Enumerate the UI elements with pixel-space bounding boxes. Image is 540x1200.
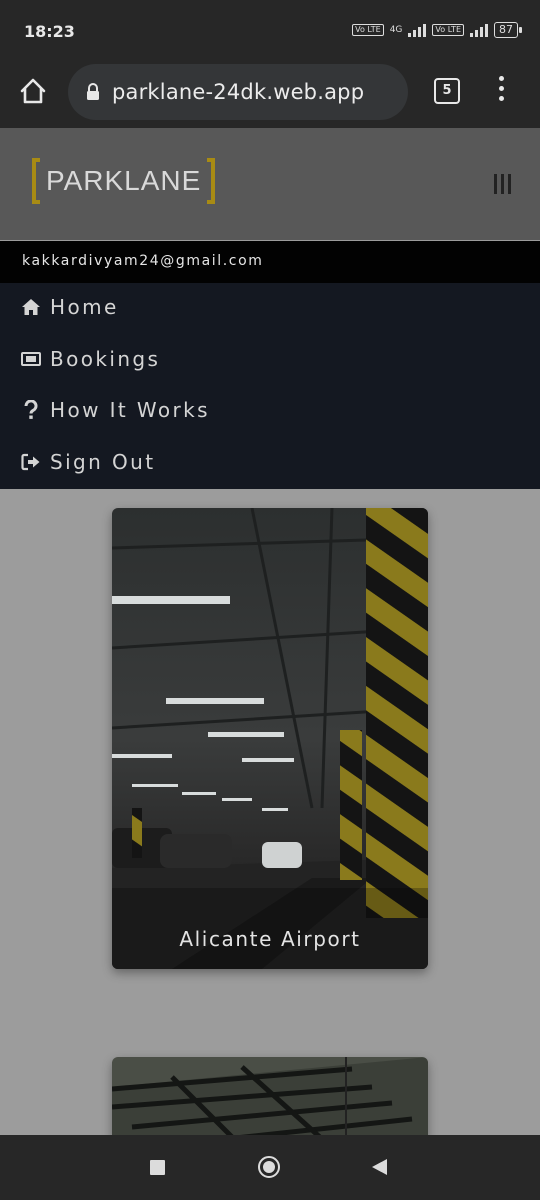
- logo-text: PARKLANE: [46, 165, 202, 196]
- battery-icon: 87: [494, 22, 522, 38]
- site-header: PARKLANE: [0, 128, 540, 240]
- parking-garage-image: [112, 508, 428, 969]
- network-label: 4G: [389, 25, 403, 35]
- address-bar[interactable]: parklane-24dk.web.app: [68, 64, 408, 120]
- logo-bracket-left: [32, 158, 40, 204]
- site-logo[interactable]: PARKLANE: [32, 156, 216, 206]
- nav-item-bookings[interactable]: Bookings: [20, 339, 160, 379]
- url-text: parklane-24dk.web.app: [112, 80, 365, 104]
- nav-label-bookings: Bookings: [50, 347, 161, 371]
- card-title: Alicante Airport: [179, 927, 361, 951]
- home-icon: [20, 78, 46, 104]
- hamburger-menu-button[interactable]: [494, 174, 512, 194]
- home-button[interactable]: [258, 1156, 280, 1178]
- logo-bracket-right: [207, 158, 216, 204]
- nav-menu: Home Bookings How It Works Sign Out: [0, 283, 540, 489]
- status-icons: Vo LTE 4G Vo LTE 87: [352, 22, 522, 38]
- signal-icon-2: [470, 23, 488, 37]
- home-icon: [20, 296, 42, 318]
- location-card[interactable]: Alicante Airport: [112, 508, 428, 969]
- nav-item-sign-out[interactable]: Sign Out: [20, 442, 155, 482]
- status-bar: 18:23 Vo LTE 4G Vo LTE 87: [0, 0, 540, 64]
- volte-icon-2: Vo LTE: [432, 24, 464, 36]
- sign-out-icon: [20, 451, 42, 473]
- user-email-strip: kakkardivyam24@gmail.com: [0, 241, 540, 283]
- nav-label-how-it-works: How It Works: [50, 398, 210, 422]
- menu-icon: [494, 174, 497, 194]
- status-time: 18:23: [24, 22, 75, 41]
- browser-home-button[interactable]: [18, 76, 48, 106]
- question-icon: [20, 399, 42, 421]
- signal-icon: [408, 23, 427, 37]
- nav-item-home[interactable]: Home: [20, 287, 119, 327]
- more-vert-icon: [498, 76, 504, 81]
- tab-switcher-button[interactable]: 5: [434, 78, 460, 104]
- nav-label-home: Home: [50, 295, 119, 319]
- lock-icon: [86, 83, 100, 101]
- back-button[interactable]: [372, 1159, 387, 1175]
- ticket-icon: [20, 348, 42, 370]
- android-nav-bar: [0, 1135, 540, 1200]
- nav-item-how-it-works[interactable]: How It Works: [20, 390, 210, 430]
- browser-toolbar: parklane-24dk.web.app 5: [0, 64, 540, 128]
- nav-label-sign-out: Sign Out: [50, 450, 156, 474]
- recents-button[interactable]: [150, 1160, 165, 1175]
- volte-icon: Vo LTE: [352, 24, 384, 36]
- user-email: kakkardivyam24@gmail.com: [22, 253, 264, 269]
- browser-menu-button[interactable]: [496, 76, 506, 106]
